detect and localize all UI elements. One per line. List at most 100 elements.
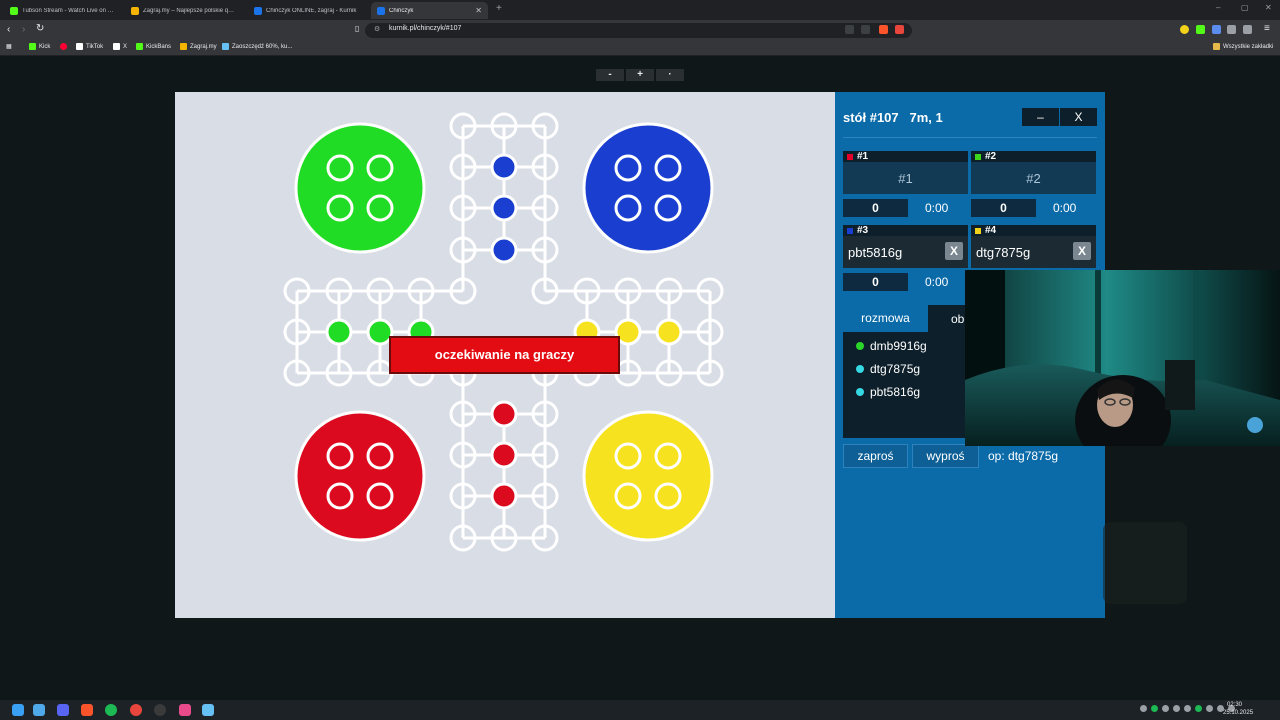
brave-shields-icon[interactable] bbox=[879, 25, 888, 34]
user-name: pbt5816g bbox=[870, 385, 921, 399]
home-cell bbox=[490, 482, 518, 510]
bookmark-label: Zagraj.my bbox=[190, 43, 217, 50]
all-bookmarks-folder[interactable]: Wszystkie zakładki bbox=[1213, 43, 1273, 50]
waiting-for-players-banner: oczekiwanie na graczy bbox=[389, 336, 620, 374]
tray-app-icon[interactable] bbox=[1195, 705, 1202, 712]
yellow-base bbox=[582, 410, 714, 542]
home-cell bbox=[655, 318, 683, 346]
bookmark-youtube[interactable] bbox=[60, 43, 67, 50]
kick-out-button[interactable]: wyproś bbox=[912, 444, 979, 468]
bookmark-kickbans[interactable]: KickBans bbox=[136, 43, 171, 50]
zoom-icon[interactable] bbox=[845, 25, 854, 34]
tray-app-icon[interactable] bbox=[1162, 705, 1169, 712]
browser-tab-2[interactable]: Zagraj.my – Najlepsze polskie quizy bbox=[125, 2, 242, 19]
bookmark-label: Zaoszczędź 60%, ku... bbox=[232, 43, 293, 50]
url-text[interactable]: kurnik.pl/chinczyk/#107 bbox=[389, 25, 461, 32]
bookmark-label: TikTok bbox=[86, 43, 104, 50]
maximize-window-button[interactable]: ▢ bbox=[1241, 3, 1249, 12]
taskbar-time[interactable]: 02:30 bbox=[1227, 702, 1242, 708]
kurnik-favicon-icon bbox=[377, 6, 385, 15]
apps-grid-icon[interactable]: ▦ bbox=[6, 43, 12, 50]
chrome-icon[interactable] bbox=[130, 704, 142, 716]
list-item[interactable]: dtg7875g bbox=[856, 362, 920, 376]
green-base bbox=[294, 122, 426, 254]
home-cell bbox=[490, 236, 518, 264]
profile-icon[interactable] bbox=[1243, 25, 1252, 34]
list-item[interactable]: dmb9916g bbox=[856, 339, 927, 353]
file-explorer-icon[interactable] bbox=[33, 704, 45, 716]
bookmark-kick[interactable]: Kick bbox=[29, 43, 50, 50]
leave-table-button[interactable]: X bbox=[1060, 108, 1097, 126]
tray-app-icon[interactable] bbox=[1184, 705, 1191, 712]
list-item[interactable]: pbt5816g bbox=[856, 385, 920, 399]
close-tab-icon[interactable]: ✕ bbox=[475, 6, 482, 15]
remove-player-3-button[interactable]: X bbox=[945, 242, 963, 260]
seat-number: #1 bbox=[857, 151, 869, 162]
home-cell bbox=[325, 318, 353, 346]
browser-tab-1[interactable]: Tubson Stream - Watch Live on Kick bbox=[4, 2, 121, 19]
network-icon[interactable] bbox=[1206, 705, 1213, 712]
bookmark-star-icon[interactable]: ▯ bbox=[355, 24, 359, 33]
seat-3-score: 0 bbox=[843, 273, 908, 291]
invite-button[interactable]: zaproś bbox=[843, 444, 908, 468]
home-cell bbox=[490, 153, 518, 181]
extension-icon[interactable] bbox=[1212, 25, 1221, 34]
zagraj-icon bbox=[180, 43, 187, 50]
bookmark-tiktok[interactable]: TikTok bbox=[76, 43, 103, 50]
zoom-reset-button[interactable]: · bbox=[656, 69, 684, 81]
app-icon[interactable] bbox=[179, 704, 191, 716]
table-operator: op: dtg7875g bbox=[988, 449, 1059, 463]
back-arrow-icon[interactable]: ‹ bbox=[7, 24, 10, 35]
taskbar bbox=[0, 700, 1280, 720]
browser-tab-active[interactable]: Chińczyk ✕ bbox=[371, 2, 488, 19]
share-icon[interactable] bbox=[861, 25, 870, 34]
new-tab-button[interactable]: + bbox=[496, 3, 502, 14]
zoom-out-button[interactable]: - bbox=[596, 69, 624, 81]
brave-rewards-icon[interactable] bbox=[895, 25, 904, 34]
seat-number: #2 bbox=[985, 151, 997, 162]
kickbans-icon bbox=[136, 43, 143, 50]
x-icon bbox=[113, 43, 120, 50]
bookmark-steam-sale[interactable]: Zaoszczędź 60%, ku... bbox=[222, 43, 292, 50]
minimize-window-button[interactable]: – bbox=[1216, 3, 1220, 12]
menu-icon[interactable]: ≡ bbox=[1264, 23, 1270, 34]
seat-2-button[interactable]: #2 bbox=[971, 162, 1096, 194]
tray-app-icon[interactable] bbox=[1173, 705, 1180, 712]
obs-icon[interactable] bbox=[154, 704, 166, 716]
seat-1-button[interactable]: #1 bbox=[843, 162, 968, 194]
site-info-icon[interactable]: ⚙ bbox=[374, 25, 380, 33]
taskbar-date[interactable]: 25.10.2025 bbox=[1223, 710, 1253, 716]
browser-tab-3[interactable]: Chińczyk ONLINE, zagraj - Kurnik bbox=[248, 2, 365, 19]
minimize-panel-button[interactable]: – bbox=[1022, 108, 1059, 126]
start-menu-icon[interactable] bbox=[12, 704, 24, 716]
tab-observers[interactable]: ob bbox=[951, 312, 964, 326]
zagraj-favicon-icon bbox=[131, 6, 139, 15]
brave-icon[interactable] bbox=[81, 704, 93, 716]
tab-title: Tubson Stream - Watch Live on Kick bbox=[22, 7, 115, 14]
extensions-puzzle-icon[interactable] bbox=[1227, 25, 1236, 34]
extension-icon[interactable] bbox=[1180, 25, 1189, 34]
reload-icon[interactable]: ↻ bbox=[36, 23, 44, 34]
bookmark-zagraj[interactable]: Zagraj.my bbox=[180, 43, 217, 50]
tray-app-icon[interactable] bbox=[1151, 705, 1158, 712]
tiktok-icon bbox=[76, 43, 83, 50]
youtube-icon bbox=[60, 43, 67, 50]
steam-icon[interactable] bbox=[202, 704, 214, 716]
seat-2-header: #2 bbox=[971, 151, 1096, 162]
tray-arrow-icon[interactable] bbox=[1140, 705, 1147, 712]
red-base bbox=[294, 410, 426, 542]
tab-chat[interactable]: rozmowa bbox=[843, 305, 928, 332]
seat-1-score: 0 bbox=[843, 199, 908, 217]
seat-1-timer: 0:00 bbox=[925, 201, 949, 215]
zoom-in-button[interactable]: + bbox=[626, 69, 654, 81]
remove-player-4-button[interactable]: X bbox=[1073, 242, 1091, 260]
close-window-button[interactable]: ✕ bbox=[1265, 3, 1272, 12]
spotify-icon[interactable] bbox=[105, 704, 117, 716]
kurnik-favicon-icon bbox=[254, 6, 262, 15]
forward-arrow-icon[interactable]: › bbox=[22, 24, 25, 35]
discord-icon[interactable] bbox=[57, 704, 69, 716]
webcam-feed bbox=[965, 270, 1280, 446]
home-cell bbox=[490, 194, 518, 222]
bookmark-x[interactable]: X bbox=[113, 43, 127, 50]
extension-icon[interactable] bbox=[1196, 25, 1205, 34]
